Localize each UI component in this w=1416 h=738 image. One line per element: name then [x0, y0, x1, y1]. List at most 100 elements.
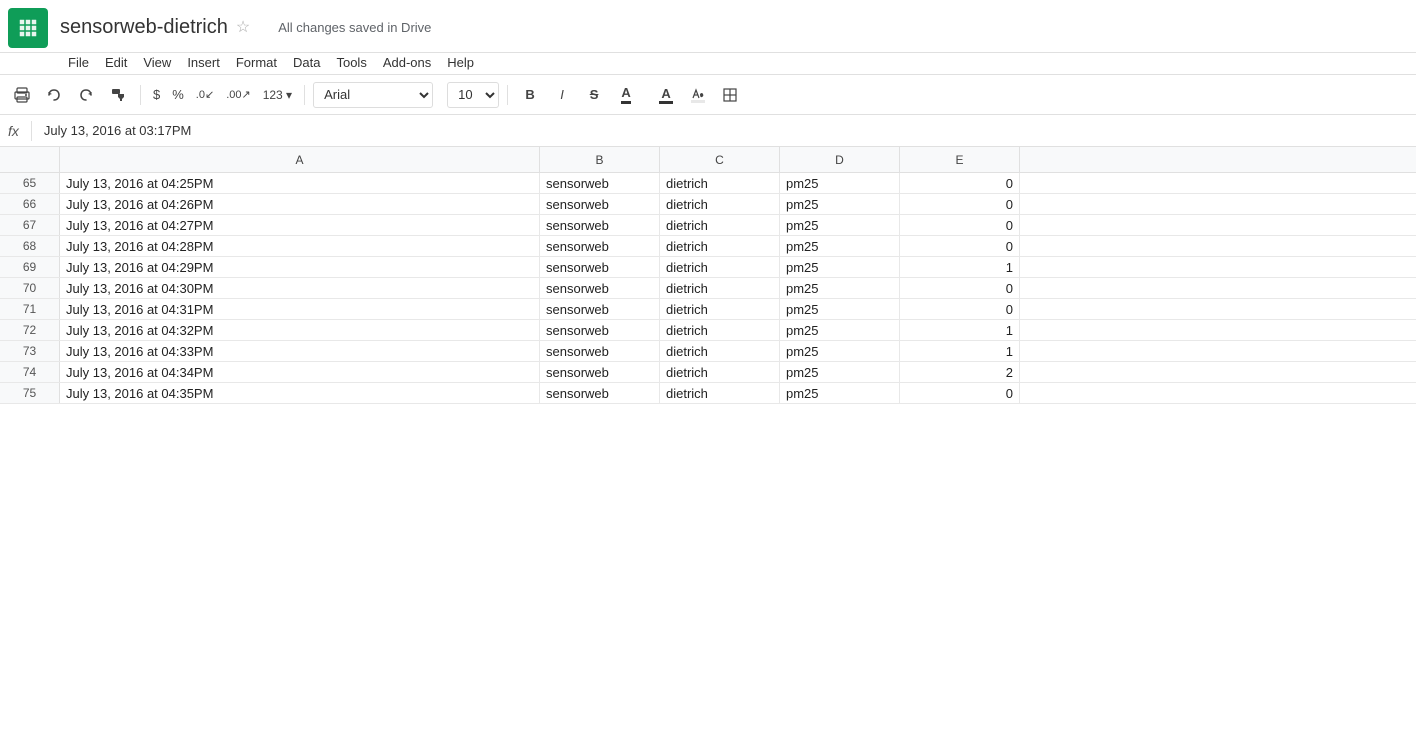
italic-button[interactable]: I	[548, 81, 576, 109]
cell-c[interactable]: dietrich	[660, 320, 780, 340]
cell-e[interactable]: 1	[900, 257, 1020, 277]
borders-button[interactable]	[716, 81, 744, 109]
cell-a[interactable]: July 13, 2016 at 04:33PM	[60, 341, 540, 361]
cell-d[interactable]: pm25	[780, 299, 900, 319]
more-formats-button[interactable]: 123 ▾	[259, 81, 296, 109]
menu-tools[interactable]: Tools	[328, 53, 374, 72]
cell-b[interactable]: sensorweb	[540, 236, 660, 256]
cell-c[interactable]: dietrich	[660, 215, 780, 235]
cell-c[interactable]: dietrich	[660, 236, 780, 256]
cell-e[interactable]: 1	[900, 341, 1020, 361]
cell-b[interactable]: sensorweb	[540, 341, 660, 361]
paint-format-button[interactable]	[104, 81, 132, 109]
cell-d[interactable]: pm25	[780, 383, 900, 403]
decrease-decimal-button[interactable]: .0↙	[192, 81, 218, 109]
cell-c[interactable]: dietrich	[660, 362, 780, 382]
cell-b[interactable]: sensorweb	[540, 173, 660, 193]
cell-c[interactable]: dietrich	[660, 257, 780, 277]
print-button[interactable]	[8, 81, 36, 109]
text-color-button[interactable]: A	[652, 81, 680, 109]
cell-e[interactable]: 0	[900, 278, 1020, 298]
table-row[interactable]: 71 July 13, 2016 at 04:31PM sensorweb di…	[0, 299, 1416, 320]
table-row[interactable]: 75 July 13, 2016 at 04:35PM sensorweb di…	[0, 383, 1416, 404]
cell-d[interactable]: pm25	[780, 194, 900, 214]
cell-b[interactable]: sensorweb	[540, 320, 660, 340]
increase-decimal-button[interactable]: .00↗	[222, 81, 255, 109]
menu-view[interactable]: View	[135, 53, 179, 72]
percent-button[interactable]: %	[168, 81, 188, 109]
cell-d[interactable]: pm25	[780, 341, 900, 361]
cell-d[interactable]: pm25	[780, 278, 900, 298]
cell-e[interactable]: 0	[900, 236, 1020, 256]
cell-c[interactable]: dietrich	[660, 173, 780, 193]
formula-content[interactable]: July 13, 2016 at 03:17PM	[44, 123, 191, 138]
cell-b[interactable]: sensorweb	[540, 257, 660, 277]
cell-a[interactable]: July 13, 2016 at 04:32PM	[60, 320, 540, 340]
cell-b[interactable]: sensorweb	[540, 362, 660, 382]
cell-e[interactable]: 1	[900, 320, 1020, 340]
cell-d[interactable]: pm25	[780, 215, 900, 235]
menu-file[interactable]: File	[60, 53, 97, 72]
redo-button[interactable]	[72, 81, 100, 109]
currency-button[interactable]: $	[149, 81, 164, 109]
cell-b[interactable]: sensorweb	[540, 194, 660, 214]
cell-a[interactable]: July 13, 2016 at 04:31PM	[60, 299, 540, 319]
cell-d[interactable]: pm25	[780, 236, 900, 256]
table-row[interactable]: 72 July 13, 2016 at 04:32PM sensorweb di…	[0, 320, 1416, 341]
underline-button[interactable]: A	[612, 81, 640, 109]
table-row[interactable]: 66 July 13, 2016 at 04:26PM sensorweb di…	[0, 194, 1416, 215]
cell-a[interactable]: July 13, 2016 at 04:27PM	[60, 215, 540, 235]
cell-a[interactable]: July 13, 2016 at 04:35PM	[60, 383, 540, 403]
cell-e[interactable]: 0	[900, 299, 1020, 319]
col-header-b[interactable]: B	[540, 147, 660, 172]
cell-e[interactable]: 0	[900, 215, 1020, 235]
table-row[interactable]: 69 July 13, 2016 at 04:29PM sensorweb di…	[0, 257, 1416, 278]
table-row[interactable]: 65 July 13, 2016 at 04:25PM sensorweb di…	[0, 173, 1416, 194]
cell-c[interactable]: dietrich	[660, 341, 780, 361]
cell-c[interactable]: dietrich	[660, 383, 780, 403]
cell-a[interactable]: July 13, 2016 at 04:34PM	[60, 362, 540, 382]
col-header-c[interactable]: C	[660, 147, 780, 172]
table-row[interactable]: 67 July 13, 2016 at 04:27PM sensorweb di…	[0, 215, 1416, 236]
cell-e[interactable]: 2	[900, 362, 1020, 382]
table-row[interactable]: 74 July 13, 2016 at 04:34PM sensorweb di…	[0, 362, 1416, 383]
col-header-d[interactable]: D	[780, 147, 900, 172]
cell-d[interactable]: pm25	[780, 320, 900, 340]
cell-a[interactable]: July 13, 2016 at 04:29PM	[60, 257, 540, 277]
font-size-select[interactable]: 10	[447, 82, 499, 108]
fill-color-button[interactable]	[684, 81, 712, 109]
col-header-e[interactable]: E	[900, 147, 1020, 172]
cell-e[interactable]: 0	[900, 383, 1020, 403]
cell-d[interactable]: pm25	[780, 173, 900, 193]
cell-b[interactable]: sensorweb	[540, 278, 660, 298]
bold-button[interactable]: B	[516, 81, 544, 109]
cell-b[interactable]: sensorweb	[540, 383, 660, 403]
cell-a[interactable]: July 13, 2016 at 04:25PM	[60, 173, 540, 193]
cell-d[interactable]: pm25	[780, 257, 900, 277]
menu-insert[interactable]: Insert	[179, 53, 228, 72]
cell-c[interactable]: dietrich	[660, 194, 780, 214]
cell-a[interactable]: July 13, 2016 at 04:30PM	[60, 278, 540, 298]
star-icon[interactable]: ☆	[236, 17, 250, 37]
cell-c[interactable]: dietrich	[660, 278, 780, 298]
menu-edit[interactable]: Edit	[97, 53, 135, 72]
cell-a[interactable]: July 13, 2016 at 04:28PM	[60, 236, 540, 256]
menu-data[interactable]: Data	[285, 53, 328, 72]
cell-b[interactable]: sensorweb	[540, 299, 660, 319]
menu-addons[interactable]: Add-ons	[375, 53, 439, 72]
cell-c[interactable]: dietrich	[660, 299, 780, 319]
cell-b[interactable]: sensorweb	[540, 215, 660, 235]
cell-d[interactable]: pm25	[780, 362, 900, 382]
cell-e[interactable]: 0	[900, 194, 1020, 214]
menu-help[interactable]: Help	[439, 53, 482, 72]
strikethrough-button[interactable]: S	[580, 81, 608, 109]
cell-a[interactable]: July 13, 2016 at 04:26PM	[60, 194, 540, 214]
cell-e[interactable]: 0	[900, 173, 1020, 193]
table-row[interactable]: 68 July 13, 2016 at 04:28PM sensorweb di…	[0, 236, 1416, 257]
table-row[interactable]: 70 July 13, 2016 at 04:30PM sensorweb di…	[0, 278, 1416, 299]
font-name-select[interactable]: Arial	[313, 82, 433, 108]
col-header-a[interactable]: A	[60, 147, 540, 172]
table-row[interactable]: 73 July 13, 2016 at 04:33PM sensorweb di…	[0, 341, 1416, 362]
menu-format[interactable]: Format	[228, 53, 285, 72]
undo-button[interactable]	[40, 81, 68, 109]
